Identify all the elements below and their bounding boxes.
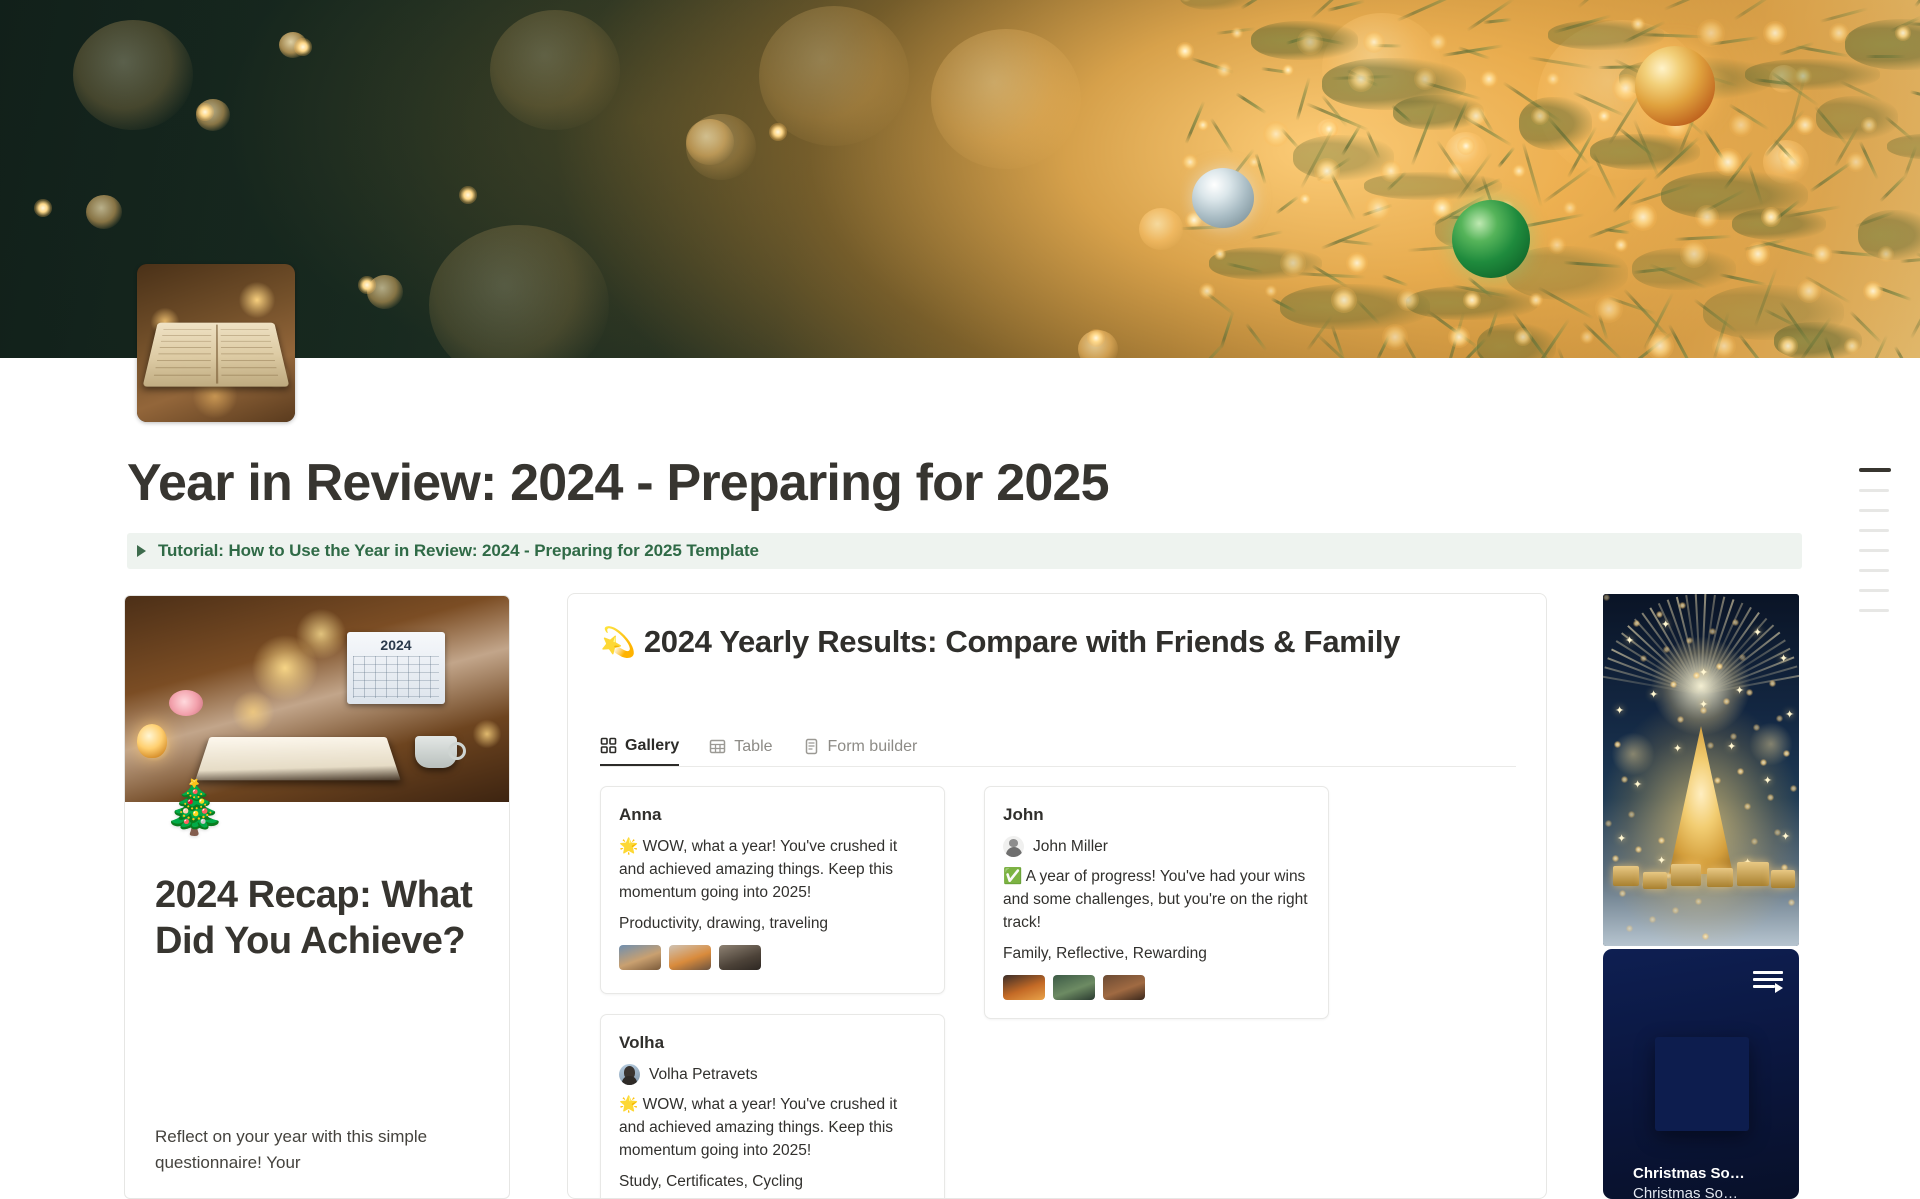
- spotify-embed-card[interactable]: Christmas So… Christmas So…: [1603, 949, 1799, 1199]
- avatar: [619, 1064, 640, 1085]
- hero-calendar-icon: 2024: [347, 632, 445, 704]
- spotify-subtitle: Christmas So…: [1633, 1185, 1738, 1199]
- gallery-card-text: ✅ A year of progress! You've had your wi…: [1003, 866, 1308, 935]
- green-ornament-icon: [1452, 200, 1530, 278]
- recap-card[interactable]: 2024 🎄 2024 Recap: What Did You Achieve?…: [124, 595, 510, 1199]
- view-tabs: Gallery Table Form builder: [600, 727, 1516, 767]
- tab-gallery[interactable]: Gallery: [600, 727, 679, 766]
- page-title: Year in Review: 2024 - Preparing for 202…: [127, 455, 1109, 512]
- table-icon: [709, 738, 726, 755]
- gallery-card-tags: Family, Reflective, Rewarding: [1003, 945, 1308, 963]
- christmas-tree-image[interactable]: ✦✦✦✦✦✦✦✦✦✦✦✦✦✦✦✦✦✦: [1603, 594, 1799, 946]
- gold-ornament-icon: [1635, 46, 1715, 126]
- toc-mark[interactable]: [1859, 529, 1889, 532]
- table-of-contents-rail[interactable]: [1859, 468, 1895, 629]
- gallery-card[interactable]: John John Miller ✅ A year of progress! You…: [984, 786, 1329, 1019]
- christmas-tree-emoji: 🎄: [162, 782, 227, 834]
- recap-card-heading: 2024 Recap: What Did You Achieve?: [155, 872, 483, 965]
- tutorial-toggle-label: Tutorial: How to Use the Year in Review:…: [158, 541, 759, 561]
- notion-page: Year in Review: 2024 - Preparing for 202…: [0, 0, 1920, 1199]
- gallery-card-tags: Productivity, drawing, traveling: [619, 915, 924, 933]
- toc-mark[interactable]: [1859, 489, 1889, 492]
- toc-mark[interactable]: [1859, 468, 1891, 472]
- tutorial-toggle-block[interactable]: Tutorial: How to Use the Year in Review:…: [127, 533, 1802, 569]
- tab-table[interactable]: Table: [709, 727, 772, 766]
- thumbnail[interactable]: [1103, 975, 1145, 1000]
- gallery-card-person: John Miller: [1003, 836, 1308, 857]
- thumbnail[interactable]: [669, 945, 711, 970]
- status-emoji: 🌟: [619, 1096, 638, 1113]
- gallery-card-title: Anna: [619, 805, 924, 825]
- journal-illustration: [143, 323, 290, 387]
- thumbnail[interactable]: [719, 945, 761, 970]
- gallery-card-tags: Study, Certificates, Cycling: [619, 1173, 924, 1191]
- hero-flower-icon: [169, 690, 203, 716]
- thumbnail[interactable]: [1003, 975, 1045, 1000]
- person-name: Volha Petravets: [649, 1066, 758, 1084]
- hero-open-book: [195, 737, 400, 780]
- toc-mark[interactable]: [1859, 569, 1889, 572]
- gallery-card[interactable]: Anna 🌟 WOW, what a year! You've crushed i…: [600, 786, 945, 994]
- dizzy-emoji: 💫: [600, 627, 636, 659]
- gallery-card[interactable]: Volha Volha Petravets 🌟 WOW, what a year! …: [600, 1014, 945, 1199]
- thumbnail[interactable]: [1053, 975, 1095, 1000]
- playlist-play-icon[interactable]: [1753, 971, 1783, 991]
- tab-form-builder-label: Form builder: [828, 738, 918, 756]
- gallery-card-person: Volha Petravets: [619, 1064, 924, 1085]
- status-emoji: ✅: [1003, 868, 1022, 885]
- grid-icon: [600, 737, 617, 754]
- yearly-results-title: 💫 2024 Yearly Results: Compare with Frien…: [600, 622, 1500, 663]
- hero-coffee-cup-icon: [415, 736, 457, 768]
- yearly-results-card: 💫 2024 Yearly Results: Compare with Frien…: [567, 593, 1547, 1199]
- gallery-card-title: Volha: [619, 1033, 924, 1053]
- tab-form-builder[interactable]: Form builder: [803, 727, 918, 766]
- page-icon[interactable]: [137, 264, 295, 422]
- silver-ornament-icon: [1192, 168, 1254, 228]
- gallery-card-text: 🌟 WOW, what a year! You've crushed it an…: [619, 1094, 924, 1163]
- gallery-card-title: John: [1003, 805, 1308, 825]
- gallery-card-thumbs: [619, 945, 924, 970]
- yearly-results-title-text: 2024 Yearly Results: Compare with Friend…: [644, 624, 1400, 659]
- spotify-title: Christmas So…: [1633, 1165, 1745, 1182]
- person-name: John Miller: [1033, 838, 1108, 856]
- tab-table-label: Table: [734, 738, 772, 756]
- toc-mark[interactable]: [1859, 509, 1889, 512]
- avatar: [1003, 836, 1024, 857]
- gallery-card-thumbs: [1003, 975, 1308, 1000]
- recap-card-body: Reflect on your year with this simple qu…: [155, 1124, 455, 1177]
- album-cover: [1655, 1037, 1749, 1131]
- gallery-card-text: 🌟 WOW, what a year! You've crushed it an…: [619, 836, 924, 905]
- triangle-right-icon[interactable]: [137, 545, 146, 557]
- toc-mark[interactable]: [1859, 609, 1889, 612]
- banner-christmas-tree: [1180, 0, 1920, 358]
- toc-mark[interactable]: [1859, 549, 1889, 552]
- tab-gallery-label: Gallery: [625, 737, 679, 755]
- hero-calendar-grid: [353, 656, 439, 698]
- recap-hero-image: 2024: [125, 596, 510, 802]
- hero-lightbulb-icon: [137, 724, 167, 758]
- status-emoji: 🌟: [619, 838, 638, 855]
- toc-mark[interactable]: [1859, 589, 1889, 592]
- thumbnail[interactable]: [619, 945, 661, 970]
- form-icon: [803, 738, 820, 755]
